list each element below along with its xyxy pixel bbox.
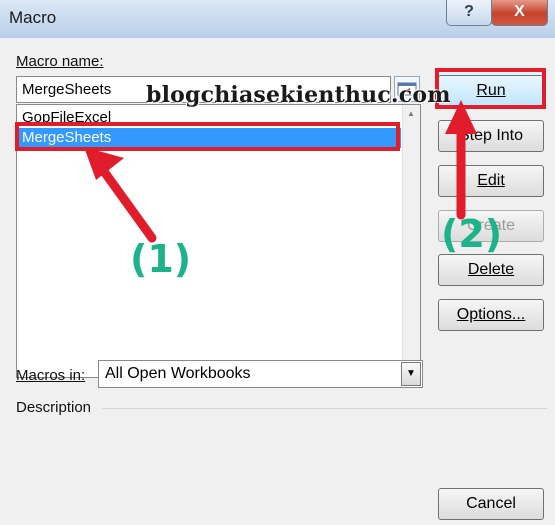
annotation-arrows bbox=[84, 100, 477, 243]
arrow-1 bbox=[84, 147, 157, 243]
macro-dialog: Macro ? X Macro name: MergeSheets GopFil… bbox=[0, 0, 555, 525]
step-2-label: (2) bbox=[441, 212, 503, 256]
step-1-label: (1) bbox=[130, 237, 192, 281]
arrow-2 bbox=[445, 100, 477, 220]
